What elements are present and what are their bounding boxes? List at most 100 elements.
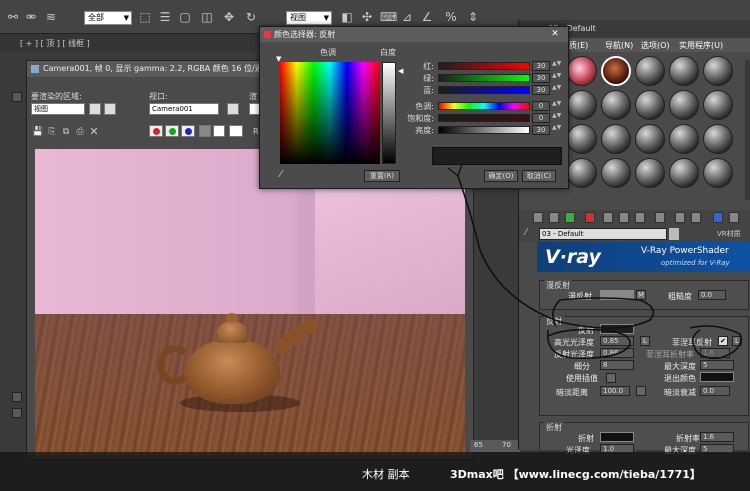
sample-slot[interactable] xyxy=(703,90,733,120)
hue-slider[interactable] xyxy=(438,102,530,110)
go-forward-icon[interactable] xyxy=(729,212,739,223)
viewport-label[interactable]: [ + ] [ 顶 ] [ 线框 ] xyxy=(20,38,90,49)
sample-slot[interactable] xyxy=(601,158,631,188)
sample-slot[interactable] xyxy=(703,56,733,86)
subdivs-field[interactable]: 8 xyxy=(600,360,634,370)
percent-snap-icon[interactable]: % xyxy=(444,10,458,24)
value-spinner[interactable]: ▲▼ xyxy=(552,125,561,135)
hue-spinner[interactable]: ▲▼ xyxy=(552,101,561,111)
auto-region-button[interactable] xyxy=(104,103,116,115)
put-to-scene-icon[interactable] xyxy=(549,212,559,223)
keyboard-shortcut-icon[interactable]: ⌨ xyxy=(380,10,397,24)
fresnel-lock-button[interactable]: L xyxy=(732,336,742,346)
sample-slot[interactable] xyxy=(635,158,665,188)
sample-slot[interactable] xyxy=(635,90,665,120)
blue-field[interactable]: 30 xyxy=(532,85,550,95)
hue-saturation-field[interactable] xyxy=(280,62,380,164)
green-spinner[interactable]: ▲▼ xyxy=(552,73,561,83)
dim-distance-checkbox[interactable] xyxy=(636,386,646,396)
refract-color-swatch[interactable] xyxy=(600,432,634,442)
bind-spacewarp-icon[interactable]: ≋ xyxy=(44,10,58,24)
green-slider[interactable] xyxy=(438,74,530,82)
make-unique-icon[interactable] xyxy=(619,212,629,223)
menu-navigation[interactable]: 导航(N) xyxy=(605,40,633,51)
use-interp-checkbox[interactable] xyxy=(606,373,616,383)
exit-color-swatch[interactable] xyxy=(700,372,734,382)
value-slider[interactable] xyxy=(438,126,530,134)
red-spinner[interactable]: ▲▼ xyxy=(552,61,561,71)
sample-slot[interactable] xyxy=(635,56,665,86)
roughness-field[interactable]: 0.0 xyxy=(698,290,726,300)
saturation-slider[interactable] xyxy=(438,114,530,122)
left-strip-button[interactable] xyxy=(12,92,22,102)
sample-slot[interactable] xyxy=(567,56,597,86)
put-to-library-icon[interactable] xyxy=(635,212,645,223)
material-id-icon[interactable] xyxy=(655,212,665,223)
refl-gloss-field[interactable]: 0.86 xyxy=(600,348,634,358)
angle-snap-icon[interactable]: ∠ xyxy=(420,10,434,24)
spinner-snap-icon[interactable]: ⇕ xyxy=(466,10,480,24)
render-area-dropdown[interactable]: 视图 xyxy=(31,103,85,115)
unlink-icon[interactable]: ⚮ xyxy=(24,10,38,24)
sample-slot[interactable] xyxy=(669,124,699,154)
green-field[interactable]: 30 xyxy=(532,73,550,83)
hilight-lock-button[interactable]: L xyxy=(640,336,650,346)
timeline-ruler[interactable]: 65 70 xyxy=(470,440,520,452)
edit-region-button[interactable] xyxy=(89,103,101,115)
move-icon[interactable]: ✥ xyxy=(222,10,236,24)
select-manipulate-icon[interactable]: ✣ xyxy=(360,10,374,24)
lock-viewport-button[interactable] xyxy=(227,103,239,115)
selection-filter-dropdown[interactable]: 全部 ▼ xyxy=(84,11,132,25)
reset-button[interactable]: 重置(R) xyxy=(364,170,400,182)
ok-button[interactable]: 确定(O) xyxy=(484,170,518,182)
sample-slot[interactable] xyxy=(601,124,631,154)
max-depth-field[interactable]: 5 xyxy=(700,360,734,370)
rotate-icon[interactable]: ↻ xyxy=(244,10,258,24)
snap-icon[interactable]: ⊿ xyxy=(400,10,414,24)
sample-slot[interactable] xyxy=(601,90,631,120)
menu-options[interactable]: 选项(O) xyxy=(641,40,670,51)
menu-utilities[interactable]: 实用程序(U) xyxy=(679,40,723,51)
cancel-button[interactable]: 取消(C) xyxy=(522,170,556,182)
sample-slot[interactable] xyxy=(703,124,733,154)
red-field[interactable]: 30 xyxy=(532,61,550,71)
copy-image-icon[interactable]: ⎘ xyxy=(45,125,59,139)
print-icon[interactable]: ⎙ xyxy=(73,125,87,139)
sample-slot[interactable] xyxy=(669,90,699,120)
sample-slot[interactable] xyxy=(567,90,597,120)
select-object-icon[interactable]: ⬚ xyxy=(138,10,152,24)
swatch-button[interactable] xyxy=(229,125,243,137)
get-material-icon[interactable] xyxy=(533,212,543,223)
sample-slot[interactable] xyxy=(567,158,597,188)
clone-window-icon[interactable]: ⧉ xyxy=(59,125,73,139)
ior-field[interactable]: 1.6 xyxy=(700,432,734,442)
hilight-gloss-field[interactable]: 0.85 xyxy=(600,336,634,346)
ref-coord-dropdown[interactable]: 视图 ▼ xyxy=(286,11,332,25)
dim-falloff-field[interactable]: 0.0 xyxy=(700,386,730,396)
diffuse-color-swatch[interactable] xyxy=(600,290,634,300)
material-name-field[interactable]: 03 - Default xyxy=(539,228,667,240)
blue-spinner[interactable]: ▲▼ xyxy=(552,85,561,95)
link-icon[interactable]: ⚯ xyxy=(6,10,20,24)
rect-selection-icon[interactable]: ▢ xyxy=(178,10,192,24)
blue-slider[interactable] xyxy=(438,86,530,94)
green-channel-button[interactable] xyxy=(165,125,179,137)
show-end-result-icon[interactable] xyxy=(691,212,701,223)
saturation-field[interactable]: 0 xyxy=(532,113,550,123)
mono-button[interactable] xyxy=(213,125,225,137)
show-map-icon[interactable] xyxy=(675,212,685,223)
menu-material[interactable]: 质(E) xyxy=(569,40,588,51)
clear-icon[interactable]: ✕ xyxy=(87,125,101,139)
red-slider[interactable] xyxy=(438,62,530,70)
pivot-icon[interactable]: ◧ xyxy=(340,10,354,24)
go-to-parent-icon[interactable] xyxy=(713,212,723,223)
viewport-dropdown[interactable]: Camera001 xyxy=(149,103,219,115)
window-crossing-icon[interactable]: ◫ xyxy=(200,10,214,24)
fresnel-ior-field[interactable]: 1.6 xyxy=(700,348,730,358)
close-icon[interactable]: ✕ xyxy=(548,28,562,40)
save-image-icon[interactable]: 💾 xyxy=(31,125,45,139)
reflect-color-swatch[interactable] xyxy=(600,324,634,334)
sample-slot[interactable] xyxy=(567,124,597,154)
select-by-name-icon[interactable]: ☰ xyxy=(158,10,172,24)
red-channel-button[interactable] xyxy=(149,125,163,137)
